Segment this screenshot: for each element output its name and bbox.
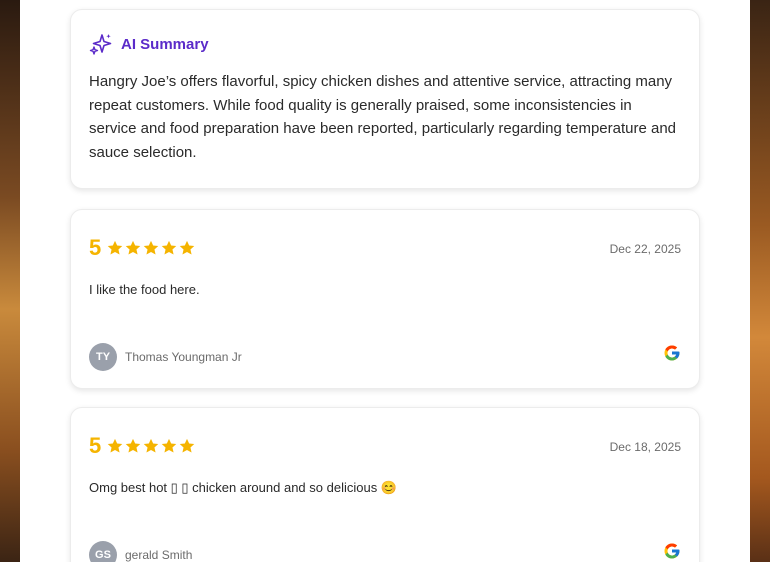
star-icon (143, 240, 159, 255)
star-icon (179, 240, 195, 255)
rating: 5 (89, 433, 196, 459)
star-rating (106, 437, 196, 455)
star-icon (161, 438, 177, 453)
review-author: GS gerald Smith (89, 541, 192, 562)
ai-summary-title: AI Summary (121, 35, 209, 53)
ai-summary-header: AI Summary (89, 32, 209, 56)
star-icon (179, 438, 195, 453)
rating-value: 5 (89, 235, 102, 260)
review-date: Dec 22, 2025 (609, 242, 681, 256)
rating-value: 5 (89, 433, 102, 458)
reviews-panel[interactable]: AI Summary Hangry Joe’s offers flavorful… (20, 0, 750, 562)
avatar: GS (89, 541, 117, 562)
star-icon (125, 240, 141, 255)
review-date: Dec 18, 2025 (609, 440, 681, 454)
background-photo-right (750, 0, 770, 562)
author-name: Thomas Youngman Jr (125, 350, 242, 364)
star-icon (125, 438, 141, 453)
star-icon (107, 240, 123, 255)
sparkle-icon (89, 34, 112, 55)
avatar: TY (89, 343, 117, 371)
google-icon (664, 345, 680, 361)
google-icon (664, 543, 680, 559)
ai-summary-text: Hangry Joe’s offers flavorful, spicy chi… (89, 73, 677, 161)
review-card: 5 Dec 18, 2025 Omg best hot ▯ ▯ chicken … (70, 407, 700, 562)
author-name: gerald Smith (125, 548, 193, 562)
star-icon (161, 240, 177, 255)
star-icon (107, 438, 123, 453)
background-photo-left (0, 0, 20, 562)
review-author: TY Thomas Youngman Jr (89, 343, 242, 371)
review-text: Omg best hot ▯ ▯ chicken around and so d… (89, 480, 397, 495)
ai-summary-card: AI Summary Hangry Joe’s offers flavorful… (70, 9, 700, 189)
star-icon (143, 438, 159, 453)
review-text: I like the food here. (89, 282, 200, 297)
review-card: 5 Dec 22, 2025 I like the food here. TY … (70, 209, 700, 389)
star-rating (106, 239, 196, 257)
rating: 5 (89, 235, 196, 261)
